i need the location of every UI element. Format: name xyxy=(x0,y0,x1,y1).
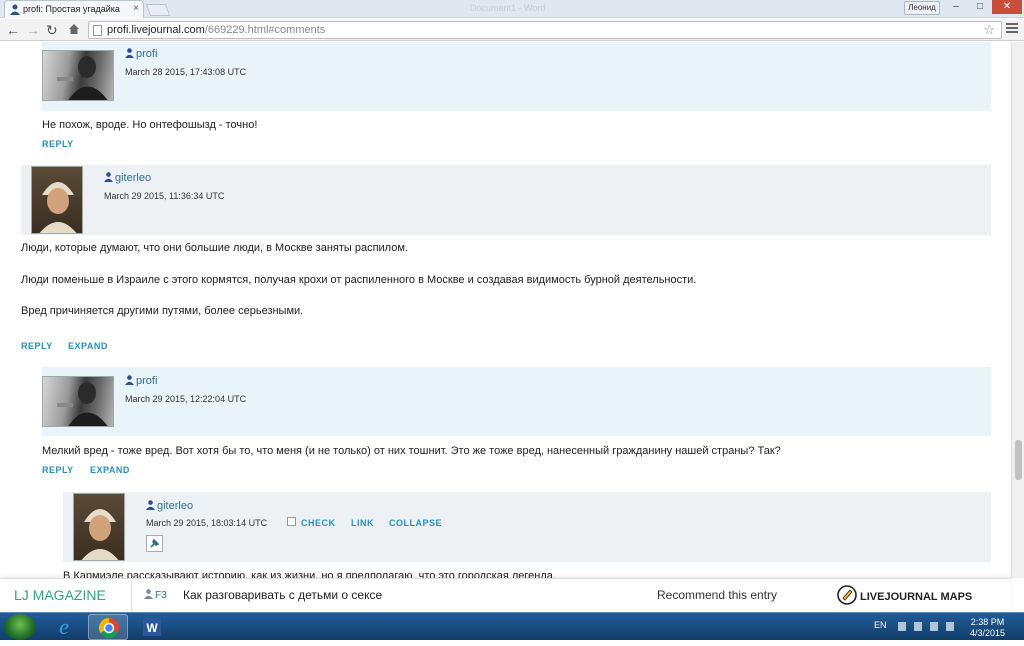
comment-username[interactable]: profi xyxy=(125,48,157,60)
maximize-button[interactable]: □ xyxy=(968,0,992,14)
user-icon xyxy=(125,48,134,58)
reload-icon[interactable]: ↻ xyxy=(46,21,58,39)
address-bar[interactable]: profi.livejournal.com/669229.html#commen… xyxy=(88,21,1002,39)
close-window-button[interactable]: ✕ xyxy=(992,0,1022,14)
divider xyxy=(122,581,132,611)
browser-title-bar: profi: Простая угадайка × Document1 - Wo… xyxy=(0,0,1024,18)
browser-tab[interactable]: profi: Простая угадайка × xyxy=(4,0,144,18)
comment-date: March 28 2015, 17:43:08 UTC xyxy=(125,67,247,77)
lj-magazine-link[interactable]: LJ MAGAZINE xyxy=(14,587,106,603)
comments-area: profi March 28 2015, 17:43:08 UTC Не пох… xyxy=(0,42,1011,578)
check-link[interactable]: CHECK xyxy=(301,518,336,528)
new-tab-button[interactable] xyxy=(145,4,171,16)
portrait-painting xyxy=(39,182,77,233)
comment-text: Мелкий вред - тоже вред. Вот хотя бы то,… xyxy=(42,445,781,457)
page-icon xyxy=(93,25,102,36)
windows-taskbar: e W EN 2:38 PM 4/3/2015 xyxy=(0,612,1024,640)
article-link[interactable]: Как разговаривать с детьми о сексе xyxy=(183,588,382,602)
expand-link[interactable]: EXPAND xyxy=(68,341,108,351)
comment-date: March 29 2015, 18:03:14 UTC xyxy=(146,518,268,528)
comment-date: March 29 2015, 12:22:04 UTC xyxy=(125,394,247,404)
url-path: /669229.html#comments xyxy=(204,24,326,36)
recommend-entry-button[interactable]: Recommend this entry xyxy=(657,588,777,602)
reply-link[interactable]: REPLY xyxy=(42,139,74,149)
livejournal-maps-link[interactable]: LIVEJOURNAL MAPS xyxy=(836,584,972,606)
user-icon xyxy=(146,500,155,510)
start-button[interactable] xyxy=(4,614,36,640)
map-pin-icon xyxy=(837,585,857,605)
comment-username[interactable]: profi xyxy=(125,375,157,387)
portrait-photo xyxy=(57,56,108,100)
minimize-button[interactable]: – xyxy=(944,0,968,14)
comment-username[interactable]: giterleo xyxy=(104,172,151,184)
background-window-title: Document1 - Word xyxy=(470,3,546,13)
author-link[interactable]: F3 xyxy=(144,589,167,601)
menu-icon[interactable] xyxy=(1006,23,1018,35)
volume-icon[interactable] xyxy=(946,622,954,631)
flag-icon[interactable] xyxy=(914,622,922,631)
reply-link[interactable]: REPLY xyxy=(21,341,53,351)
comment-date: March 29 2015, 11:36:34 UTC xyxy=(104,191,225,201)
comment-text: Вред причиняется другими путями, более с… xyxy=(21,305,304,317)
avatar[interactable] xyxy=(42,376,114,427)
comment-text: Люди поменьше в Израиле с этого кормятся… xyxy=(21,274,697,286)
chrome-icon xyxy=(98,617,119,639)
bookmark-star-icon[interactable]: ☆ xyxy=(983,22,995,38)
comment-username[interactable]: giterleo xyxy=(146,500,193,512)
close-tab-icon[interactable]: × xyxy=(133,3,139,14)
system-clock[interactable]: 2:38 PM 4/3/2015 xyxy=(970,617,1005,639)
language-indicator[interactable]: EN xyxy=(874,620,887,630)
user-icon xyxy=(104,172,113,182)
pin-button[interactable] xyxy=(146,535,163,552)
user-icon xyxy=(144,589,153,599)
scrollbar-thumb[interactable] xyxy=(1015,440,1022,480)
profile-button[interactable]: Леонид xyxy=(904,1,940,15)
taskbar-word[interactable]: W xyxy=(132,614,172,640)
expand-link[interactable]: EXPAND xyxy=(90,465,130,475)
word-icon: W xyxy=(143,618,161,636)
collapse-link[interactable]: COLLAPSE xyxy=(389,518,442,528)
reply-link[interactable]: REPLY xyxy=(42,465,74,475)
browser-toolbar: ← → ↻ profi.livejournal.com/669229.html#… xyxy=(0,19,1024,41)
comment-text: Не похож, вроде. Но онтефошызд - точно! xyxy=(42,119,258,131)
network-icon[interactable] xyxy=(930,622,938,631)
avatar[interactable] xyxy=(73,493,125,561)
select-checkbox[interactable] xyxy=(287,517,296,526)
page-scrollbar[interactable] xyxy=(1011,42,1024,578)
svg-text:W: W xyxy=(146,621,158,635)
internet-explorer-icon: e xyxy=(59,614,69,639)
lj-magazine-bar: LJ MAGAZINE F3 Как разговаривать с детьм… xyxy=(0,578,1011,612)
svg-text:e: e xyxy=(59,614,69,639)
portrait-photo xyxy=(57,382,108,426)
pin-icon xyxy=(150,538,160,548)
user-icon xyxy=(10,4,20,15)
comment-text: Люди, которые думают, что они большие лю… xyxy=(21,242,408,254)
tray-arrow-icon[interactable] xyxy=(898,622,906,631)
url-host: profi.livejournal.com xyxy=(107,24,205,36)
tab-title: profi: Простая угадайка xyxy=(23,4,120,14)
avatar[interactable] xyxy=(31,166,83,234)
link-link[interactable]: LINK xyxy=(351,518,374,528)
taskbar-chrome[interactable] xyxy=(88,614,128,640)
user-icon xyxy=(125,375,134,385)
portrait-painting xyxy=(81,509,119,560)
comment-text: В Кармиэле рассказывают историю, как из … xyxy=(63,570,556,578)
home-icon[interactable] xyxy=(68,23,80,35)
avatar[interactable] xyxy=(42,50,114,101)
back-arrow-icon[interactable]: ← xyxy=(6,21,20,39)
taskbar-ie[interactable]: e xyxy=(44,614,84,640)
forward-arrow-icon[interactable]: → xyxy=(26,21,40,39)
